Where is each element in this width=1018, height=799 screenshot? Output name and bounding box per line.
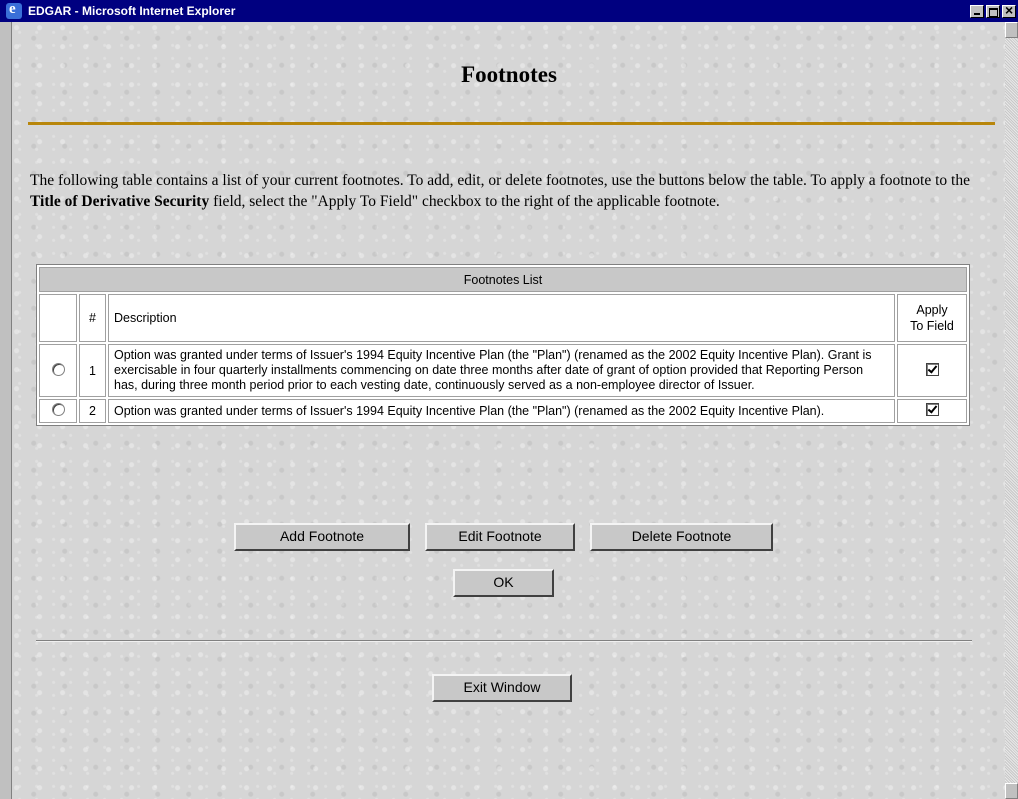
footnote-description: Option was granted under terms of Issuer… bbox=[108, 344, 895, 397]
delete-footnote-button[interactable]: Delete Footnote bbox=[590, 523, 773, 551]
apply-cell bbox=[897, 399, 967, 423]
title-divider bbox=[28, 122, 995, 125]
internet-explorer-icon bbox=[6, 1, 22, 19]
table-row: 1 Option was granted under terms of Issu… bbox=[39, 344, 967, 397]
page-content: Footnotes The following table contains a… bbox=[11, 22, 1005, 799]
apply-cell bbox=[897, 344, 967, 397]
close-icon[interactable] bbox=[1002, 2, 1016, 18]
add-footnote-button[interactable]: Add Footnote bbox=[234, 523, 410, 551]
window-titlebar[interactable]: EDGAR - Microsoft Internet Explorer bbox=[0, 0, 1018, 22]
section-divider bbox=[36, 640, 972, 642]
window-controls bbox=[970, 2, 1016, 18]
table-row: 2 Option was granted under terms of Issu… bbox=[39, 399, 967, 423]
scroll-up-icon[interactable] bbox=[1005, 22, 1018, 38]
maximize-icon[interactable] bbox=[986, 4, 1000, 18]
header-apply-line2: To Field bbox=[910, 319, 954, 333]
intro-field-name: Title of Derivative Security bbox=[30, 193, 210, 210]
table-header-row: # Description Apply To Field bbox=[39, 294, 967, 342]
page-title: Footnotes bbox=[461, 62, 557, 87]
row-select-cell bbox=[39, 399, 77, 423]
header-number: # bbox=[79, 294, 106, 342]
minimize-icon[interactable] bbox=[970, 4, 984, 18]
header-select bbox=[39, 294, 77, 342]
intro-paragraph: The following table contains a list of y… bbox=[30, 170, 980, 212]
browser-window: EDGAR - Microsoft Internet Explorer Foot… bbox=[0, 0, 1018, 799]
edit-footnote-button[interactable]: Edit Footnote bbox=[425, 523, 575, 551]
window-title: EDGAR - Microsoft Internet Explorer bbox=[28, 4, 236, 18]
table-caption: Footnotes List bbox=[39, 267, 967, 292]
footnotes-table: Footnotes List # Description Apply To Fie… bbox=[36, 264, 970, 426]
footnote-radio[interactable] bbox=[51, 362, 65, 376]
vertical-scrollbar[interactable] bbox=[1005, 22, 1018, 799]
header-description: Description bbox=[108, 294, 895, 342]
table-caption-row: Footnotes List bbox=[39, 267, 967, 292]
apply-to-field-checkbox[interactable] bbox=[925, 362, 939, 376]
footnote-radio[interactable] bbox=[51, 403, 65, 416]
footnote-description: Option was granted under terms of Issuer… bbox=[108, 399, 895, 423]
intro-text-1: The following table contains a list of y… bbox=[30, 172, 970, 189]
header-apply-line1: Apply bbox=[916, 303, 948, 317]
exit-window-button[interactable]: Exit Window bbox=[432, 674, 572, 702]
scroll-down-icon[interactable] bbox=[1005, 783, 1018, 799]
intro-text-2: field, select the "Apply To Field" check… bbox=[209, 193, 720, 210]
header-apply-to-field: Apply To Field bbox=[897, 294, 967, 342]
footnote-number: 1 bbox=[79, 344, 106, 397]
row-select-cell bbox=[39, 344, 77, 397]
footnote-number: 2 bbox=[79, 399, 106, 423]
ok-button[interactable]: OK bbox=[453, 569, 554, 597]
apply-to-field-checkbox[interactable] bbox=[925, 403, 939, 416]
